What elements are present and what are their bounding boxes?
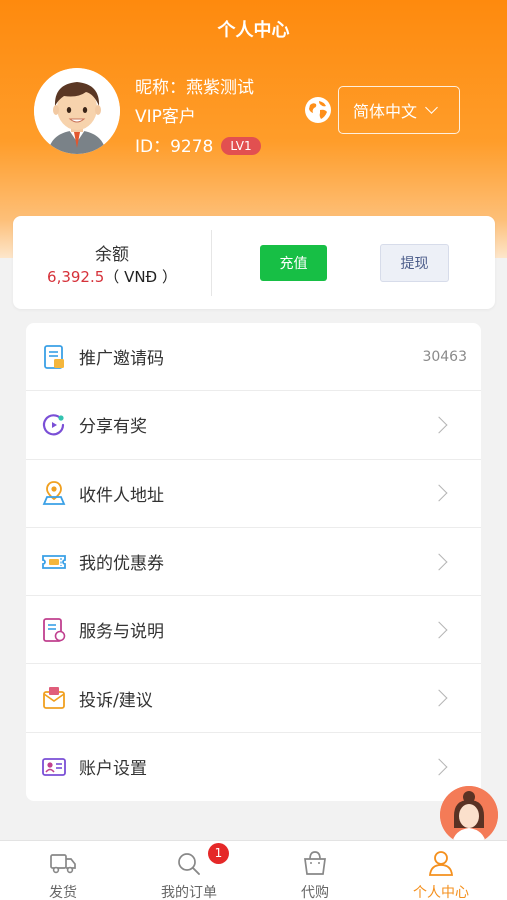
menu-item-account-settings[interactable]: 账户设置 — [26, 733, 481, 801]
bottom-tab-bar: 发货 我的订单 代购 个人中心 — [0, 840, 507, 900]
balance-divider — [211, 230, 212, 296]
language-selected-label: 简体中文 — [353, 102, 418, 121]
chevron-down-icon — [425, 100, 438, 114]
tab-purchase-agent[interactable]: 代购 — [252, 841, 378, 900]
invite-code-value: 30463 — [422, 348, 467, 365]
withdraw-button[interactable]: 提现 — [380, 244, 449, 282]
level-badge: LV1 — [221, 137, 261, 155]
menu-label: 推广邀请码 — [79, 349, 164, 370]
menu-label: 账户设置 — [79, 759, 147, 780]
address-pin-icon — [42, 481, 66, 506]
truck-icon — [50, 854, 76, 874]
member-level-text: VIP客户 — [135, 107, 196, 127]
tab-label: 个人中心 — [413, 885, 469, 900]
language-selector[interactable]: 简体中文 — [338, 86, 460, 134]
page-title: 个人中心 — [217, 20, 290, 41]
shopping-bag-icon — [304, 851, 326, 875]
person-icon — [429, 851, 453, 876]
menu-item-coupons[interactable]: 我的优惠券 — [26, 528, 481, 597]
customer-service-icon — [440, 786, 498, 844]
balance-card: 余额 6,392.5（ VNĐ ） 充值 提现 — [13, 216, 495, 309]
customer-service-button[interactable] — [440, 786, 498, 844]
recharge-button[interactable]: 充值 — [260, 245, 327, 281]
invite-code-icon — [44, 344, 64, 369]
chevron-right-icon — [430, 484, 448, 502]
balance-value: 6,392.5（ VNĐ ） — [13, 266, 211, 287]
menu-label: 我的优惠券 — [79, 554, 164, 575]
chevron-right-icon — [430, 553, 448, 571]
nickname-text: 昵称：燕紫测试 — [135, 78, 254, 98]
chevron-right-icon — [430, 416, 448, 434]
globe-icon[interactable] — [304, 96, 332, 124]
menu-label: 投诉/建议 — [79, 690, 153, 711]
service-doc-icon — [43, 617, 66, 642]
tab-profile[interactable]: 个人中心 — [378, 841, 504, 900]
menu-item-share-reward[interactable]: 分享有奖 — [26, 391, 481, 460]
chevron-right-icon — [430, 689, 448, 707]
tab-label: 代购 — [301, 885, 329, 900]
balance-label: 余额 — [95, 245, 129, 265]
menu-item-address[interactable]: 收件人地址 — [26, 460, 481, 528]
menu-label: 分享有奖 — [79, 417, 147, 438]
balance-amount: 6,392.5 — [47, 268, 105, 286]
chevron-right-icon — [430, 621, 448, 639]
menu-item-invite-code[interactable]: 推广邀请码 30463 — [26, 323, 481, 392]
account-menu: 推广邀请码 30463 分享有奖 收件人地址 我的优惠券 服务与说明 投诉/建议… — [26, 323, 481, 802]
user-avatar[interactable] — [34, 68, 120, 154]
menu-item-service[interactable]: 服务与说明 — [26, 596, 481, 665]
tab-label: 发货 — [49, 885, 77, 900]
orders-count-badge: 1 — [208, 843, 229, 864]
user-id-row: ID：9278 LV1 — [135, 132, 261, 157]
coupon-icon — [42, 554, 66, 569]
chevron-right-icon — [430, 758, 448, 776]
balance-currency: （ VNĐ ） — [104, 268, 177, 286]
share-reward-icon — [42, 414, 65, 436]
menu-label: 服务与说明 — [79, 622, 164, 643]
account-card-icon — [42, 758, 66, 776]
complaint-icon — [43, 687, 65, 710]
tab-my-orders[interactable]: 我的订单 — [126, 841, 252, 900]
user-id-text: ID：9278 — [135, 137, 214, 157]
tab-ship[interactable]: 发货 — [0, 841, 126, 900]
order-search-icon — [178, 853, 200, 875]
menu-label: 收件人地址 — [79, 485, 164, 506]
tab-label: 我的订单 — [161, 885, 217, 900]
menu-item-complaint[interactable]: 投诉/建议 — [26, 664, 481, 733]
